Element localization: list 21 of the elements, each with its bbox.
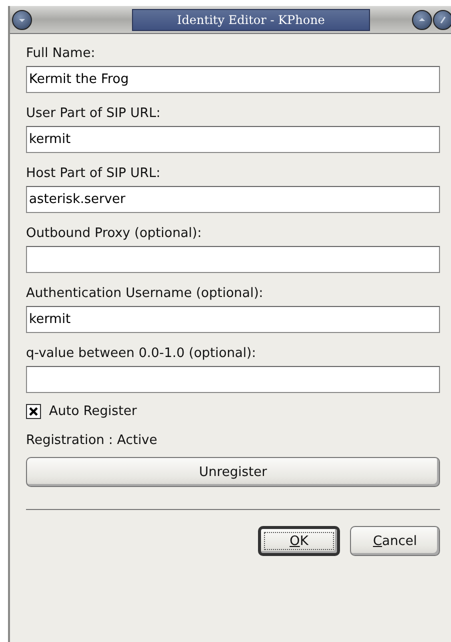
minimize-icon[interactable] <box>412 10 432 30</box>
input-field[interactable]: kermit <box>26 306 440 333</box>
field-label: Full Name: <box>26 45 96 63</box>
checkbox-label: Auto Register <box>49 404 137 419</box>
field-label: Host Part of SIP URL: <box>26 165 160 183</box>
input-field[interactable] <box>26 366 440 393</box>
cancel-button[interactable]: Cancel <box>350 526 440 556</box>
status-text: Registration : Active <box>26 433 158 448</box>
field-label: Authentication Username (optional): <box>26 285 264 303</box>
input-field[interactable]: kermit <box>26 126 440 153</box>
input-field[interactable]: asterisk.server <box>26 186 440 213</box>
field-label: Outbound Proxy (optional): <box>26 225 202 243</box>
field-label: q-value between 0.0-1.0 (optional): <box>26 345 256 363</box>
checkbox[interactable] <box>26 404 41 419</box>
ok-button[interactable]: OK <box>258 526 340 556</box>
menu-icon[interactable] <box>12 10 32 30</box>
input-field[interactable]: Kermit the Frog <box>26 66 440 93</box>
input-field[interactable] <box>26 246 440 273</box>
window-title: Identity Editor - KPhone <box>132 8 370 30</box>
field-label: User Part of SIP URL: <box>26 105 160 123</box>
unregister-button[interactable]: Unregister <box>26 457 440 487</box>
